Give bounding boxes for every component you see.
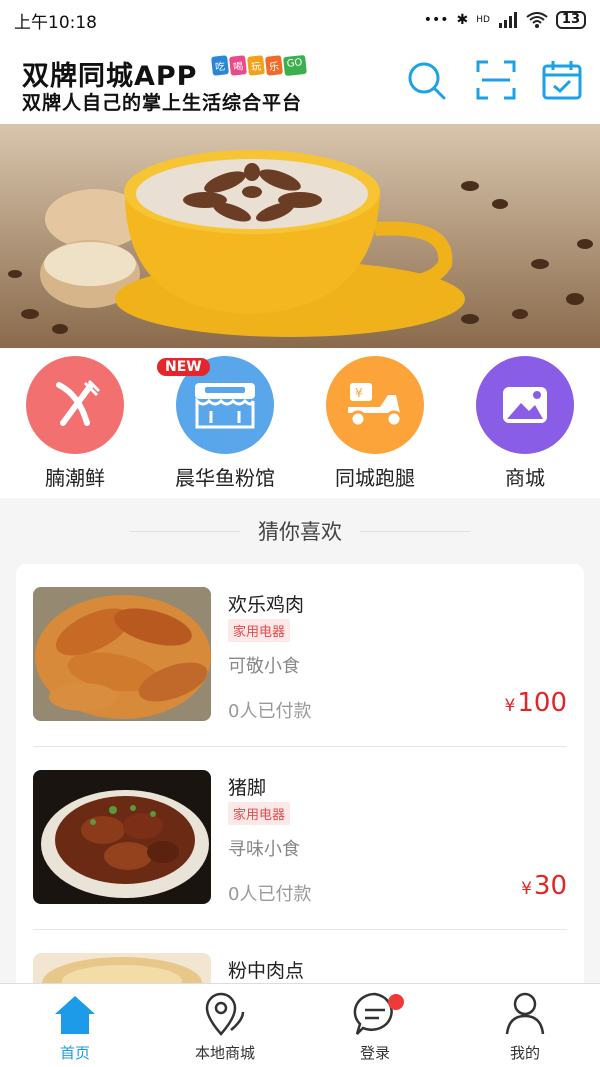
currency-symbol: ¥ bbox=[504, 696, 516, 716]
category-label: 晨华鱼粉馆 bbox=[175, 466, 275, 490]
mountain-icon bbox=[476, 356, 574, 454]
svg-text:¥: ¥ bbox=[355, 386, 363, 400]
brand-tag: 玩 bbox=[247, 55, 265, 76]
brand-tag: 吃 bbox=[211, 55, 229, 76]
battery-indicator: 13 bbox=[555, 11, 586, 29]
tab-local-mall[interactable]: 本地商城 bbox=[150, 984, 300, 1067]
product-paid-count: 0人已付款 bbox=[228, 701, 312, 722]
category-item[interactable]: 商城 bbox=[450, 356, 600, 491]
signal-bars-icon bbox=[498, 12, 517, 28]
tab-label: 登录 bbox=[359, 1044, 390, 1062]
section-title: 猜你喜欢 bbox=[258, 520, 342, 544]
product-image bbox=[33, 587, 211, 721]
wifi-icon bbox=[526, 12, 548, 28]
category-grid: NEW 腩潮鲜 晨华鱼粉馆 ¥ 同城跑腿 商城 bbox=[0, 348, 600, 498]
product-name: 猪脚 bbox=[228, 777, 267, 799]
category-item[interactable]: 晨华鱼粉馆 bbox=[150, 356, 300, 491]
product-paid-count: 0人已付款 bbox=[228, 884, 312, 905]
app-subtitle: 双牌人自己的掌上生活综合平台 bbox=[22, 92, 303, 114]
category-label: 同城跑腿 bbox=[335, 466, 415, 490]
product-tag: 家用电器 bbox=[228, 802, 291, 825]
product-image bbox=[33, 770, 211, 904]
product-name: 粉中肉点 bbox=[228, 960, 305, 982]
product-name: 欢乐鸡肉 bbox=[228, 594, 305, 616]
scan-icon[interactable] bbox=[474, 58, 518, 102]
bluetooth-icon: ✱ bbox=[456, 12, 469, 28]
utensils-icon bbox=[26, 356, 124, 454]
map-pin-icon bbox=[205, 992, 245, 1036]
currency-symbol: ¥ bbox=[521, 879, 532, 899]
product-price: ¥30 bbox=[521, 871, 567, 901]
product-shop: 可敬小食 bbox=[228, 656, 300, 677]
product-price: ¥100 bbox=[505, 688, 567, 718]
category-label: 腩潮鲜 bbox=[45, 466, 105, 490]
divider bbox=[130, 530, 240, 532]
tab-label: 本地商城 bbox=[194, 1044, 255, 1062]
signal-label: HD bbox=[476, 15, 490, 25]
price-value: 30 bbox=[533, 871, 567, 901]
product-tag: 家用电器 bbox=[228, 619, 291, 642]
tab-login[interactable]: 登录 bbox=[300, 984, 450, 1067]
section-header: 猜你喜欢 bbox=[0, 498, 600, 564]
app-header: 双牌同城APP 吃 喝 玩 乐 GO 双牌人自己的掌上生活综合平台 bbox=[0, 40, 600, 124]
brand-tags: 吃 喝 玩 乐 GO bbox=[211, 54, 307, 77]
coffee-banner-image bbox=[0, 124, 600, 348]
product-item[interactable]: 猪脚 家用电器 寻味小食 0人已付款 ¥30 bbox=[16, 747, 584, 930]
bottom-tab-bar: 首页 本地商城 登录 我的 bbox=[0, 983, 600, 1067]
brand-tag: GO bbox=[283, 54, 307, 77]
new-badge: NEW bbox=[157, 358, 210, 376]
category-item[interactable]: ¥ 同城跑腿 bbox=[300, 356, 450, 491]
search-icon[interactable] bbox=[404, 58, 448, 102]
category-label: 商城 bbox=[505, 466, 545, 490]
category-item[interactable]: 腩潮鲜 bbox=[0, 356, 150, 491]
divider bbox=[360, 530, 470, 532]
delivery-scooter-icon: ¥ bbox=[326, 356, 424, 454]
promo-banner[interactable] bbox=[0, 124, 600, 348]
tab-label: 我的 bbox=[509, 1044, 540, 1062]
product-shop: 寻味小食 bbox=[228, 839, 300, 860]
more-dots-icon: ••• bbox=[423, 12, 449, 28]
brand-tag: 乐 bbox=[265, 55, 283, 76]
status-time: 上午10:18 bbox=[14, 12, 97, 33]
product-item[interactable]: 欢乐鸡肉 家用电器 可敬小食 0人已付款 ¥100 bbox=[16, 564, 584, 747]
product-list: 欢乐鸡肉 家用电器 可敬小食 0人已付款 ¥100 猪脚 家用电器 寻味小食 0… bbox=[16, 564, 584, 1004]
tab-home[interactable]: 首页 bbox=[0, 984, 150, 1067]
tab-label: 首页 bbox=[59, 1044, 90, 1062]
price-value: 100 bbox=[517, 688, 567, 718]
notification-dot bbox=[388, 994, 404, 1010]
calendar-check-icon[interactable] bbox=[540, 58, 584, 102]
status-indicators: ••• ✱ HD 13 bbox=[424, 11, 586, 29]
home-icon bbox=[55, 996, 95, 1034]
brand-tag: 喝 bbox=[229, 55, 247, 76]
user-icon bbox=[505, 992, 545, 1035]
status-bar: 上午10:18 ••• ✱ HD 13 bbox=[0, 0, 600, 40]
tab-mine[interactable]: 我的 bbox=[450, 984, 600, 1067]
